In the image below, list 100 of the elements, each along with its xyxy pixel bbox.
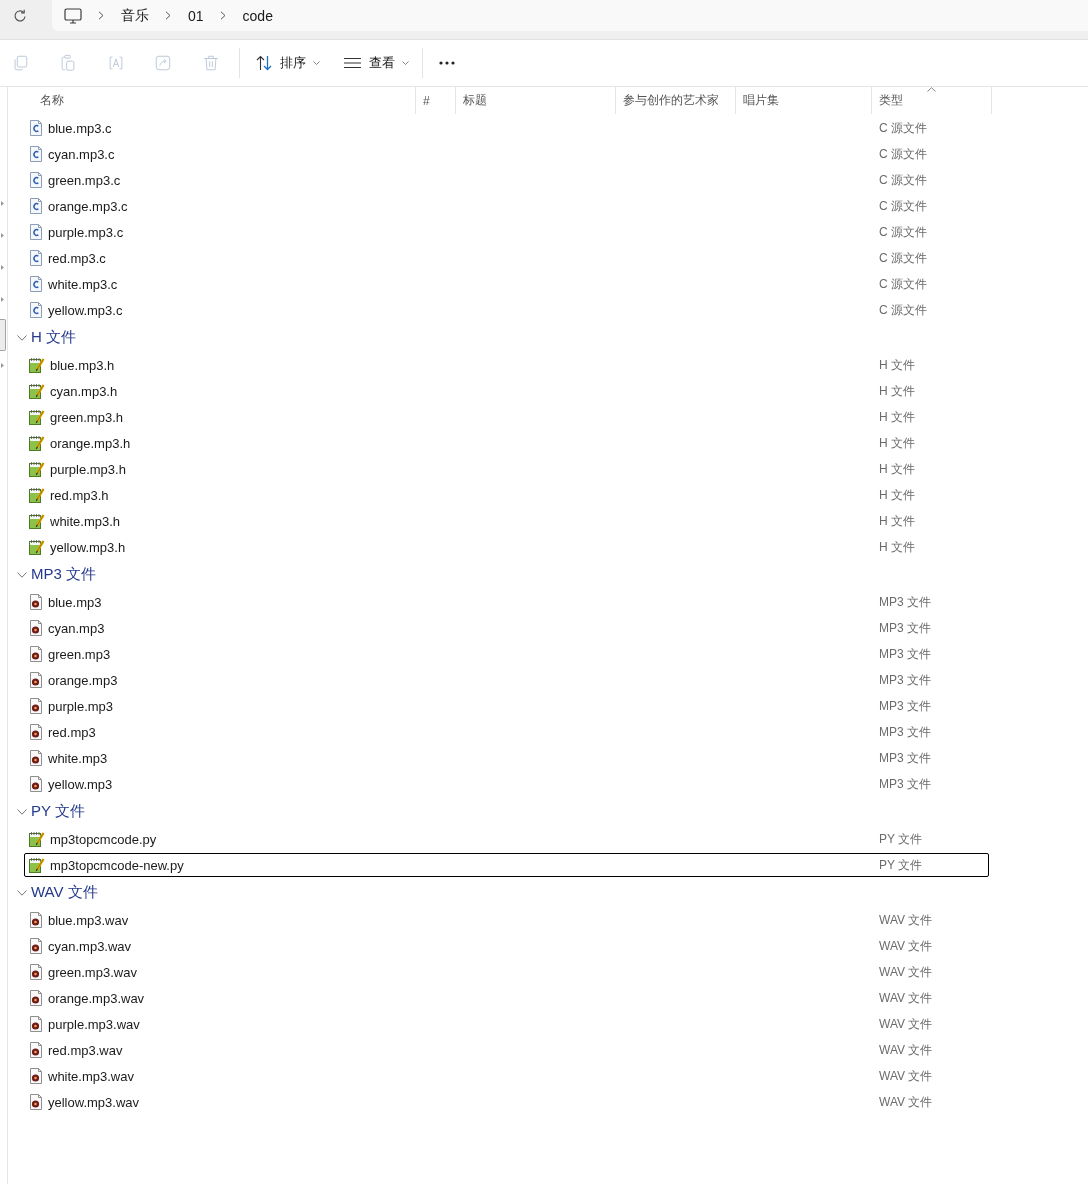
expand-arrow-icon[interactable] <box>1 233 4 238</box>
chevron-down-icon <box>17 889 27 896</box>
file-name: white.mp3 <box>48 750 108 766</box>
file-row[interactable]: green.mp3 MP3 文件 <box>24 642 989 666</box>
column-header[interactable]: 参与创作的艺术家 <box>616 87 736 114</box>
file-row[interactable]: blue.mp3.c C 源文件 <box>24 116 989 140</box>
file-row[interactable]: yellow.mp3.wav WAV 文件 <box>24 1090 989 1114</box>
file-row[interactable]: purple.mp3.h H 文件 <box>24 457 989 481</box>
file-row[interactable]: green.mp3.h H 文件 <box>24 405 989 429</box>
breadcrumb-item[interactable]: 音乐 <box>121 6 149 25</box>
file-type: WAV 文件 <box>879 1093 933 1111</box>
file-type: H 文件 <box>879 382 915 400</box>
file-name: red.mp3 <box>48 724 96 740</box>
file-type: C 源文件 <box>879 275 927 293</box>
file-name: cyan.mp3.wav <box>48 938 132 954</box>
group-header[interactable]: WAV 文件 <box>17 883 98 902</box>
file-row[interactable]: green.mp3.wav WAV 文件 <box>24 960 989 984</box>
audio-file-icon <box>29 776 43 792</box>
file-type: C 源文件 <box>879 171 927 189</box>
file-name: green.mp3.c <box>48 172 121 188</box>
notepad-icon <box>29 857 45 873</box>
file-type: MP3 文件 <box>879 697 931 715</box>
file-row[interactable]: red.mp3.c C 源文件 <box>24 246 989 270</box>
file-type: WAV 文件 <box>879 1015 933 1033</box>
column-header[interactable]: # <box>416 87 456 114</box>
file-row[interactable]: blue.mp3 MP3 文件 <box>24 590 989 614</box>
chevron-down-icon <box>17 808 27 815</box>
notepad-icon <box>29 357 45 373</box>
more-icon[interactable] <box>438 61 455 65</box>
chevron-right-icon[interactable] <box>165 11 171 20</box>
file-name: blue.mp3.c <box>48 120 112 136</box>
column-header[interactable]: 唱片集 <box>736 87 872 114</box>
file-row[interactable]: yellow.mp3 MP3 文件 <box>24 772 989 796</box>
notepad-icon <box>29 409 45 425</box>
file-name: orange.mp3.wav <box>48 990 145 1006</box>
notepad-icon <box>29 831 45 847</box>
file-row[interactable]: red.mp3.h H 文件 <box>24 483 989 507</box>
file-row[interactable]: orange.mp3 MP3 文件 <box>24 668 989 692</box>
file-row[interactable]: mp3topcmcode.py PY 文件 <box>24 827 989 851</box>
audio-file-icon <box>29 1016 43 1032</box>
group-header[interactable]: PY 文件 <box>17 802 85 821</box>
file-name: purple.mp3 <box>48 698 114 714</box>
column-header[interactable]: 名称 <box>8 87 416 114</box>
expand-arrow-icon[interactable] <box>1 297 4 302</box>
c-file-icon <box>29 172 43 188</box>
file-name: blue.mp3.h <box>50 357 115 373</box>
breadcrumb-item[interactable]: code <box>242 7 273 24</box>
file-type: MP3 文件 <box>879 723 931 741</box>
file-row[interactable]: cyan.mp3.wav WAV 文件 <box>24 934 989 958</box>
expand-arrow-icon[interactable] <box>1 363 4 368</box>
view-button[interactable]: 查看 <box>333 46 415 80</box>
file-row[interactable]: white.mp3.h H 文件 <box>24 509 989 533</box>
audio-file-icon <box>29 912 43 928</box>
file-row[interactable]: mp3topcmcode-new.py PY 文件 <box>24 853 989 877</box>
file-row[interactable]: purple.mp3 MP3 文件 <box>24 694 989 718</box>
group-header[interactable]: H 文件 <box>17 328 76 347</box>
sort-button[interactable]: 排序 <box>245 46 326 80</box>
audio-file-icon <box>29 698 43 714</box>
file-row[interactable]: white.mp3.c C 源文件 <box>24 272 989 296</box>
file-name: orange.mp3.h <box>50 435 131 451</box>
expand-arrow-icon[interactable] <box>1 265 4 270</box>
file-row[interactable]: green.mp3.c C 源文件 <box>24 168 989 192</box>
address-bar[interactable]: 音乐 01 code <box>52 0 1088 31</box>
expand-arrow-icon[interactable] <box>1 201 4 206</box>
notepad-icon <box>29 461 45 477</box>
file-row[interactable]: red.mp3.wav WAV 文件 <box>24 1038 989 1062</box>
notepad-icon <box>29 435 45 451</box>
file-name: white.mp3.c <box>48 276 118 292</box>
file-row[interactable]: blue.mp3.h H 文件 <box>24 353 989 377</box>
file-row[interactable]: orange.mp3.c C 源文件 <box>24 194 989 218</box>
group-header[interactable]: MP3 文件 <box>17 565 96 584</box>
file-row[interactable]: yellow.mp3.c C 源文件 <box>24 298 989 322</box>
column-header[interactable]: 类型 <box>872 87 992 114</box>
file-row[interactable]: orange.mp3.h H 文件 <box>24 431 989 455</box>
file-row[interactable]: cyan.mp3.c C 源文件 <box>24 142 989 166</box>
file-row[interactable]: cyan.mp3 MP3 文件 <box>24 616 989 640</box>
breadcrumb-item[interactable]: 01 <box>188 7 204 24</box>
file-row[interactable]: purple.mp3.c C 源文件 <box>24 220 989 244</box>
file-type: C 源文件 <box>879 119 927 137</box>
file-row[interactable]: red.mp3 MP3 文件 <box>24 720 989 744</box>
file-row[interactable]: purple.mp3.wav WAV 文件 <box>24 1012 989 1036</box>
file-row[interactable]: orange.mp3.wav WAV 文件 <box>24 986 989 1010</box>
file-name: green.mp3.wav <box>48 964 137 980</box>
file-type: H 文件 <box>879 512 915 530</box>
file-row[interactable]: yellow.mp3.h H 文件 <box>24 535 989 559</box>
chevron-down-icon <box>17 571 27 578</box>
file-row[interactable]: cyan.mp3.h H 文件 <box>24 379 989 403</box>
file-row[interactable]: white.mp3.wav WAV 文件 <box>24 1064 989 1088</box>
file-row[interactable]: blue.mp3.wav WAV 文件 <box>24 908 989 932</box>
chevron-right-icon[interactable] <box>98 11 104 20</box>
c-file-icon <box>29 146 43 162</box>
computer-icon[interactable] <box>64 7 82 24</box>
scrollbar-thumb[interactable] <box>0 319 6 351</box>
file-type: WAV 文件 <box>879 963 933 981</box>
file-type: MP3 文件 <box>879 593 931 611</box>
file-row[interactable]: white.mp3 MP3 文件 <box>24 746 989 770</box>
refresh-icon[interactable] <box>13 9 27 23</box>
file-type: MP3 文件 <box>879 619 931 637</box>
chevron-right-icon[interactable] <box>219 11 226 20</box>
column-header[interactable]: 标题 <box>456 87 616 114</box>
